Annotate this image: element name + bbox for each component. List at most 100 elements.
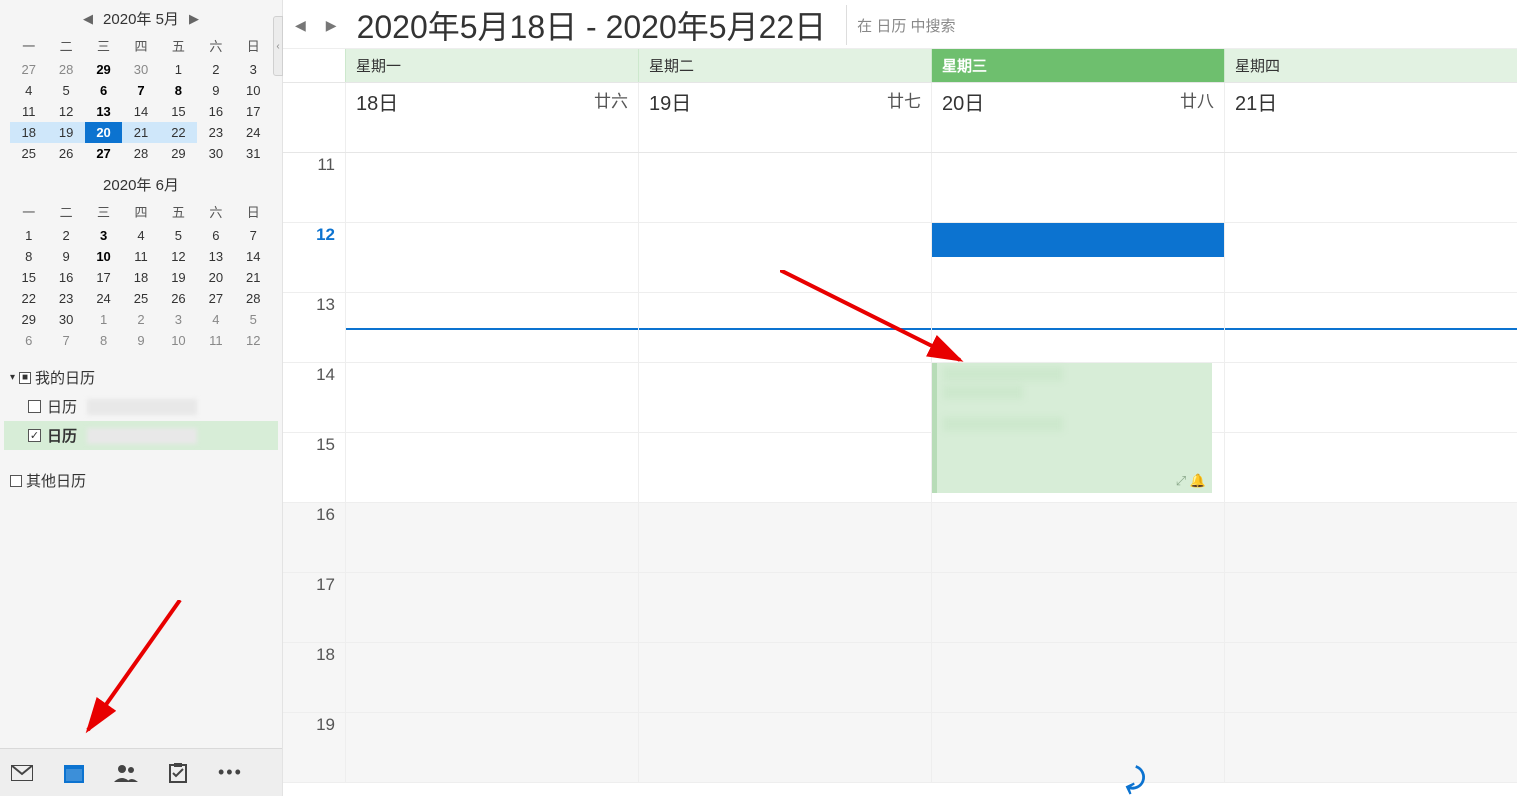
mini-cal-day[interactable]: 1: [85, 309, 122, 330]
time-cell[interactable]: 🔔⤢ 🔔: [931, 363, 1224, 432]
day-header[interactable]: 星期四: [1224, 49, 1517, 82]
time-cell[interactable]: [1224, 223, 1517, 292]
mini-cal-day[interactable]: 16: [197, 101, 234, 122]
calendar-event-selected[interactable]: [932, 223, 1224, 257]
mini-cal-day[interactable]: 6: [10, 330, 47, 351]
time-cell[interactable]: [1224, 433, 1517, 502]
time-cell[interactable]: [1224, 573, 1517, 642]
time-cell[interactable]: [345, 713, 638, 782]
mini-cal-day[interactable]: 4: [197, 309, 234, 330]
mini-cal-day[interactable]: 7: [122, 80, 159, 101]
mini-cal-day[interactable]: 6: [85, 80, 122, 101]
my-calendars-header[interactable]: ▾ ■ 我的日历: [4, 363, 278, 392]
tasks-icon[interactable]: [166, 761, 190, 785]
mini-cal-next[interactable]: ▶: [185, 11, 203, 27]
mini-cal-day[interactable]: 15: [10, 267, 47, 288]
hour-grid[interactable]: 11121314🔔⤢ 🔔1516171819: [283, 153, 1517, 796]
mini-cal-day[interactable]: 13: [85, 101, 122, 122]
mini-cal-day[interactable]: 29: [10, 309, 47, 330]
time-cell[interactable]: [638, 363, 931, 432]
mini-cal-day[interactable]: 7: [47, 330, 84, 351]
mini-cal-day[interactable]: 24: [235, 122, 272, 143]
time-cell[interactable]: [345, 363, 638, 432]
mini-cal-day[interactable]: 2: [197, 59, 234, 80]
mini-cal-day[interactable]: 28: [47, 59, 84, 80]
day-header[interactable]: 星期三: [931, 49, 1224, 82]
time-cell[interactable]: [1224, 503, 1517, 572]
date-header[interactable]: 19日廿七: [638, 83, 931, 152]
mini-cal-prev[interactable]: ◀: [79, 11, 97, 27]
mini-cal-day[interactable]: 5: [160, 225, 197, 246]
mini-cal-day[interactable]: 3: [85, 225, 122, 246]
mini-cal-day[interactable]: 27: [197, 288, 234, 309]
other-calendars-header[interactable]: 其他日历: [4, 466, 278, 495]
mail-icon[interactable]: [10, 761, 34, 785]
mini-cal-day[interactable]: 15: [160, 101, 197, 122]
search-input[interactable]: 在 日历 中搜索: [846, 5, 1517, 45]
time-cell[interactable]: [345, 573, 638, 642]
prev-week-button[interactable]: ◀: [289, 13, 312, 38]
time-cell[interactable]: [345, 643, 638, 712]
mini-cal-day[interactable]: 18: [10, 122, 47, 143]
date-header[interactable]: 20日廿八: [931, 83, 1224, 152]
mini-cal-day[interactable]: 4: [122, 225, 159, 246]
date-header[interactable]: 21日: [1224, 83, 1517, 152]
mini-cal-day[interactable]: 20: [85, 122, 122, 143]
date-header[interactable]: 18日廿六: [345, 83, 638, 152]
calendar-item[interactable]: ✓日历: [4, 421, 278, 450]
mini-cal-day[interactable]: 3: [235, 59, 272, 80]
mini-cal-day[interactable]: 5: [47, 80, 84, 101]
mini-cal-day[interactable]: 10: [160, 330, 197, 351]
time-cell[interactable]: [638, 573, 931, 642]
time-cell[interactable]: [345, 153, 638, 222]
people-icon[interactable]: [114, 761, 138, 785]
time-cell[interactable]: [345, 503, 638, 572]
mini-cal-day[interactable]: 9: [122, 330, 159, 351]
time-cell[interactable]: [638, 293, 931, 362]
mini-cal-day[interactable]: 25: [122, 288, 159, 309]
mini-cal-day[interactable]: 11: [10, 101, 47, 122]
time-cell[interactable]: [931, 713, 1224, 782]
mini-cal-day[interactable]: 1: [160, 59, 197, 80]
mini-cal-day[interactable]: 10: [85, 246, 122, 267]
mini-cal-day[interactable]: 12: [235, 330, 272, 351]
mini-cal-day[interactable]: 26: [47, 143, 84, 164]
checkbox-icon[interactable]: [28, 400, 41, 413]
mini-cal-day[interactable]: 17: [235, 101, 272, 122]
mini-cal-day[interactable]: 28: [122, 143, 159, 164]
mini-cal-day[interactable]: 30: [47, 309, 84, 330]
mini-cal-day[interactable]: 22: [160, 122, 197, 143]
time-cell[interactable]: [638, 503, 931, 572]
mini-cal-day[interactable]: 14: [235, 246, 272, 267]
mini-cal-day[interactable]: 3: [160, 309, 197, 330]
time-cell[interactable]: [931, 643, 1224, 712]
time-cell[interactable]: [1224, 293, 1517, 362]
mini-cal-day[interactable]: 4: [10, 80, 47, 101]
mini-cal-day[interactable]: 9: [197, 80, 234, 101]
time-cell[interactable]: [931, 223, 1224, 292]
mini-cal-day[interactable]: 17: [85, 267, 122, 288]
mini-cal-day[interactable]: 30: [197, 143, 234, 164]
mini-cal-day[interactable]: 12: [160, 246, 197, 267]
time-cell[interactable]: [638, 433, 931, 502]
mini-cal-day[interactable]: 23: [47, 288, 84, 309]
time-cell[interactable]: [638, 153, 931, 222]
mini-cal-day[interactable]: 24: [85, 288, 122, 309]
day-header[interactable]: 星期一: [345, 49, 638, 82]
mini-cal-day[interactable]: 13: [197, 246, 234, 267]
mini-cal-day[interactable]: 20: [197, 267, 234, 288]
time-cell[interactable]: [345, 223, 638, 292]
time-cell[interactable]: [931, 153, 1224, 222]
mini-cal-day[interactable]: 27: [85, 143, 122, 164]
next-week-button[interactable]: ▶: [320, 13, 343, 38]
mini-cal-day[interactable]: 8: [85, 330, 122, 351]
mini-cal-day[interactable]: 16: [47, 267, 84, 288]
mini-cal-day[interactable]: 25: [10, 143, 47, 164]
mini-cal-day[interactable]: 11: [197, 330, 234, 351]
time-cell[interactable]: [345, 293, 638, 362]
time-cell[interactable]: [931, 503, 1224, 572]
more-icon[interactable]: •••: [218, 762, 243, 783]
calendar-item[interactable]: 日历: [4, 392, 278, 421]
mini-cal-day[interactable]: 29: [160, 143, 197, 164]
mini-cal-day[interactable]: 21: [122, 122, 159, 143]
